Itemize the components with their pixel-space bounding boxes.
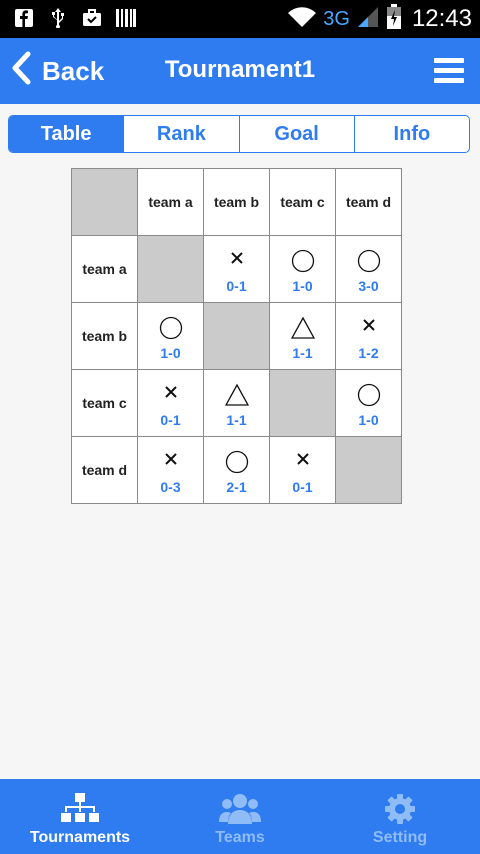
- tab-info[interactable]: Info: [355, 116, 469, 152]
- chevron-left-icon: [10, 51, 32, 92]
- back-label: Back: [42, 55, 105, 86]
- row-header: team b: [71, 302, 138, 370]
- score-label: 0-3: [160, 478, 181, 495]
- score-label: 0-1: [226, 277, 247, 294]
- nav-teams[interactable]: Teams: [160, 779, 320, 854]
- column-header: team b: [203, 168, 270, 236]
- win-circle-icon: [336, 383, 401, 409]
- result-cell: 1-0: [137, 302, 204, 370]
- win-circle-icon: [270, 249, 335, 275]
- self-match-cell: [137, 235, 204, 303]
- loss-cross-icon: [138, 383, 203, 409]
- score-label: 1-2: [358, 344, 379, 361]
- score-label: 0-1: [292, 478, 313, 495]
- status-bar-notifications: [14, 8, 136, 28]
- tab-rank[interactable]: Rank: [124, 116, 240, 152]
- result-cell: 0-3: [137, 436, 204, 504]
- results-matrix: team a team b team c team d team a 0-1 1…: [71, 168, 402, 504]
- nav-setting[interactable]: Setting: [320, 779, 480, 854]
- draw-triangle-icon: [204, 383, 269, 409]
- matrix-corner-cell: [71, 168, 138, 236]
- matrix-row: team a 0-1 1-0 3-0: [71, 235, 402, 303]
- page-title: Tournament1: [164, 56, 316, 83]
- barcode-icon: [116, 8, 136, 28]
- loss-cross-icon: [336, 316, 401, 342]
- tournament-bracket-icon: [61, 791, 99, 827]
- gear-icon: [384, 791, 416, 827]
- loss-cross-icon: [270, 450, 335, 476]
- tab-table[interactable]: Table: [9, 116, 125, 152]
- result-cell: 1-2: [335, 302, 402, 370]
- result-cell: 0-1: [137, 369, 204, 437]
- column-header: team c: [269, 168, 336, 236]
- back-button[interactable]: Back: [10, 50, 104, 92]
- self-match-cell: [203, 302, 270, 370]
- matrix-row: team c 0-1 1-1 1-0: [71, 369, 402, 437]
- bottom-nav: Tournaments Teams Setting: [0, 779, 480, 854]
- briefcase-check-icon: [82, 8, 102, 28]
- usb-icon: [48, 8, 68, 28]
- status-bar-system: 3G 12:43: [287, 2, 472, 36]
- loss-cross-icon: [138, 450, 203, 476]
- column-header: team d: [335, 168, 402, 236]
- result-cell: 0-1: [269, 436, 336, 504]
- wifi-icon: [287, 5, 317, 34]
- battery-icon: [386, 3, 402, 35]
- win-circle-icon: [336, 249, 401, 275]
- result-cell: 1-0: [269, 235, 336, 303]
- score-label: 1-1: [226, 411, 247, 428]
- result-cell: 3-0: [335, 235, 402, 303]
- row-header: team a: [71, 235, 138, 303]
- nav-label: Tournaments: [29, 829, 131, 846]
- result-cell: 1-0: [335, 369, 402, 437]
- status-bar: 3G 12:43: [0, 0, 480, 38]
- result-cell: 1-1: [203, 369, 270, 437]
- score-label: 2-1: [226, 478, 247, 495]
- row-header: team d: [71, 436, 138, 504]
- row-header: team c: [71, 369, 138, 437]
- nav-label: Teams: [215, 829, 265, 846]
- tab-goal[interactable]: Goal: [240, 116, 355, 152]
- score-label: 1-0: [160, 344, 181, 361]
- view-tabs: Table Rank Goal Info: [8, 115, 470, 153]
- matrix-header-row: team a team b team c team d: [71, 168, 402, 236]
- win-circle-icon: [138, 316, 203, 342]
- nav-tournaments[interactable]: Tournaments: [0, 779, 160, 854]
- loss-cross-icon: [204, 249, 269, 275]
- score-label: 1-0: [358, 411, 379, 428]
- signal-icon: [356, 5, 380, 34]
- score-label: 0-1: [160, 411, 181, 428]
- draw-triangle-icon: [270, 316, 335, 342]
- menu-icon[interactable]: [434, 58, 464, 84]
- network-type: 3G: [323, 7, 350, 30]
- score-label: 1-1: [292, 344, 313, 361]
- matrix-row: team d 0-3 2-1 0-1: [71, 436, 402, 504]
- self-match-cell: [269, 369, 336, 437]
- team-people-icon: [219, 791, 261, 827]
- matrix-row: team b 1-0 1-1 1-2: [71, 302, 402, 370]
- self-match-cell: [335, 436, 402, 504]
- nav-label: Setting: [372, 829, 428, 846]
- result-cell: 0-1: [203, 235, 270, 303]
- column-header: team a: [137, 168, 204, 236]
- app-header: Back Tournament1: [0, 38, 480, 104]
- win-circle-icon: [204, 450, 269, 476]
- score-label: 3-0: [358, 277, 379, 294]
- clock: 12:43: [411, 5, 472, 32]
- result-cell: 2-1: [203, 436, 270, 504]
- score-label: 1-0: [292, 277, 313, 294]
- facebook-icon: [14, 8, 34, 28]
- result-cell: 1-1: [269, 302, 336, 370]
